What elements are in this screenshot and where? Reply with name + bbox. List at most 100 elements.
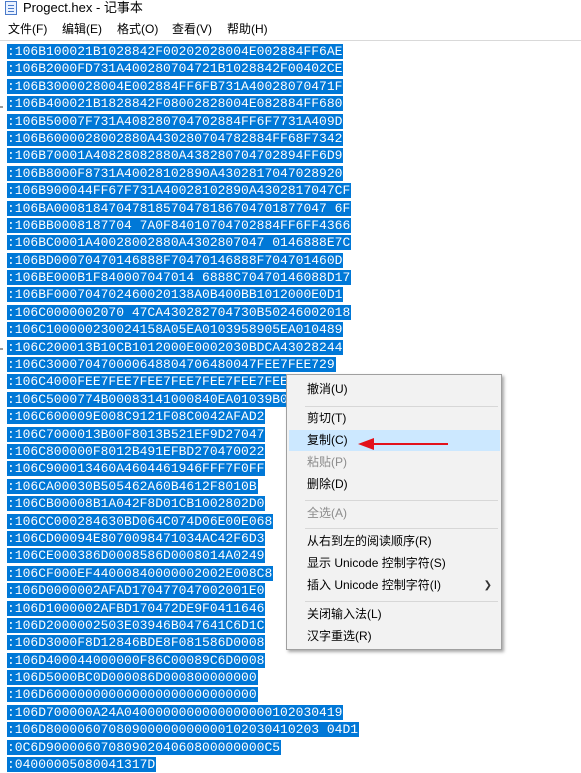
menu-edit[interactable]: 编辑(E) <box>62 21 102 37</box>
selected-text: :106BA0008184704781857047818670470187704… <box>7 200 352 216</box>
menu-separator <box>305 406 498 407</box>
menu-format[interactable]: 格式(O) <box>117 21 158 37</box>
gutter-mark <box>0 348 3 350</box>
selected-text: :106BD00070470146888F70470146888F7047014… <box>7 252 344 268</box>
text-line: :106BF000704702460020138A0B400BB1012000E… <box>7 286 359 303</box>
selected-text: :106CD00094E8070098471034AC42F6D3 <box>7 530 266 546</box>
text-line: :106D700000A24A0400000000000000000102030… <box>7 704 359 721</box>
red-arrow-annotation <box>358 438 448 450</box>
chevron-right-icon: ❯ <box>483 580 492 591</box>
selected-text: :106B2000FD731A400280704721B1028842F0040… <box>7 61 344 77</box>
menu-show-unicode-label: 显示 Unicode 控制字符(S) <box>307 556 446 570</box>
menu-separator <box>305 528 498 529</box>
selected-text: :106B6000028002880A430280704782884FF68F7… <box>7 130 344 146</box>
text-line: :0C6D9000060708090204060800000000C5 <box>7 739 359 756</box>
menu-insert-unicode[interactable]: 插入 Unicode 控制字符(I) ❯ <box>289 575 500 596</box>
menu-cut[interactable]: 剪切(T) <box>289 408 500 429</box>
selected-text: :106D600000000000000000000000000 <box>7 687 258 703</box>
menu-separator <box>305 500 498 501</box>
text-line: :106B3000028004E002884FF6FB731A400280704… <box>7 78 359 95</box>
selected-text: :106B8000F8731A40028102890A4302817047028… <box>7 165 344 181</box>
menu-select-all-label: 全选(A) <box>307 506 347 520</box>
selected-text: :106CF000EF44000840000002002E008C8 <box>7 565 274 581</box>
menu-bar: 文件(F) 编辑(E) 格式(O) 查看(V) 帮助(H) <box>0 19 581 39</box>
selected-text: :106B3000028004E002884FF6FB731A400280704… <box>7 78 344 94</box>
text-line: :106B6000028002880A430280704782884FF68F7… <box>7 130 359 147</box>
selected-text: :106C800000F8012B491EFBD270470022 <box>7 443 266 459</box>
selected-text: :106C300070470000648804706480047FEE7FEE7… <box>7 357 336 373</box>
text-line: :106D80000607080900000000000102030410203… <box>7 721 360 738</box>
selected-text: :106D0000002AFAD170477047002001E0 <box>7 583 266 599</box>
menu-separator <box>305 601 498 602</box>
menu-help[interactable]: 帮助(H) <box>227 21 268 37</box>
selected-text: :106BC0001A40028002880A4302807047 014688… <box>7 235 352 251</box>
menu-undo-label: 撤消(U) <box>307 382 348 396</box>
menu-view[interactable]: 查看(V) <box>172 21 212 37</box>
text-line: :106C100000230024158A05EA0103958905EA010… <box>7 321 359 338</box>
selected-text: :106BF000704702460020138A0B400BB1012000E… <box>7 287 344 303</box>
selected-text: :04000005080041317D <box>7 757 157 773</box>
menu-undo[interactable]: 撤消(U) <box>289 379 500 400</box>
menu-file[interactable]: 文件(F) <box>8 21 47 37</box>
text-line: :106BA0008184704781857047818670470187704… <box>7 200 359 217</box>
menu-cut-label: 剪切(T) <box>307 411 347 425</box>
selected-text: :106C7000013B00F8013B521EF9D27047 <box>7 426 266 442</box>
text-line: :106D5000BC0D000086D000800000000 <box>7 669 359 686</box>
menu-delete-label: 删除(D) <box>307 477 348 491</box>
selected-text: :106CA00030B505462A60B4612F8010B <box>7 478 258 494</box>
selected-text: :106D1000002AFBD170472DE9F0411646 <box>7 600 266 616</box>
selected-text: :106B50007F731A408280704702884FF6F7731A4… <box>7 113 344 129</box>
selected-text: :106C100000230024158A05EA0103958905EA010… <box>7 322 344 338</box>
selected-text: :106D700000A24A0400000000000000000102030… <box>7 704 344 720</box>
menu-close-ime-label: 关闭输入法(L) <box>307 607 382 621</box>
selected-text: :106B100021B1028842F00202028004E002884FF… <box>7 44 344 59</box>
context-menu: 撤消(U) 剪切(T) 复制(C) 粘贴(P) 删除(D) 全选(A) 从右到左… <box>286 374 502 650</box>
menu-rtl-reading[interactable]: 从右到左的阅读顺序(R) <box>289 531 500 552</box>
text-line: :106BE000B1F840007047014 6888C7047014608… <box>7 269 359 286</box>
window-title: Progect.hex - 记事本 <box>23 0 143 15</box>
text-line: :106C200013B10CB1012000E0002030BDCA43028… <box>7 339 359 356</box>
menu-select-all[interactable]: 全选(A) <box>289 503 500 524</box>
selected-text: :106B400021B1828842F08002828004E082884FF… <box>7 96 344 112</box>
selected-text: :106BE000B1F840007047014 6888C7047014608… <box>7 270 352 286</box>
menu-paste-label: 粘贴(P) <box>307 455 347 469</box>
menu-rtl-reading-label: 从右到左的阅读顺序(R) <box>307 534 432 548</box>
notepad-icon <box>5 1 17 15</box>
menu-close-ime[interactable]: 关闭输入法(L) <box>289 604 500 625</box>
selected-text: :106B70001A40828082880A438280704702894FF… <box>7 148 344 164</box>
text-line: :04000005080041317D <box>7 756 359 773</box>
selected-text: :106CE000386D0008586D0008014A0249 <box>7 548 266 564</box>
selected-text: :106D3000F8D12846BDE8F081586D0008 <box>7 635 266 651</box>
selected-text: :106B900044FF67F731A40028102890A43028170… <box>7 183 352 199</box>
menu-copy-label: 复制(C) <box>307 433 348 447</box>
menu-insert-unicode-label: 插入 Unicode 控制字符(I) <box>307 578 442 592</box>
text-line: :106B900044FF67F731A40028102890A43028170… <box>7 182 359 199</box>
title-bar: Progect.hex - 记事本 <box>0 0 581 18</box>
text-line: :106BB0008187704 7A0F84010704702884FF6FF… <box>7 217 359 234</box>
text-line: :106B100021B1028842F00202028004E002884FF… <box>7 43 359 60</box>
selected-text: :106D5000BC0D000086D000800000000 <box>7 670 258 686</box>
menu-reconvert[interactable]: 汉字重选(R) <box>289 626 500 647</box>
selected-text: :106C600009E008C9121F08C0042AFAD2 <box>7 409 266 425</box>
selected-text: :106C900013460A4604461946FFF7F0FF <box>7 461 266 477</box>
text-line: :106B50007F731A408280704702884FF6F7731A4… <box>7 113 359 130</box>
selected-text: :106BB0008187704 7A0F84010704702884FF6FF… <box>7 217 352 233</box>
text-line: :106B8000F8731A40028102890A4302817047028… <box>7 165 359 182</box>
menu-delete[interactable]: 删除(D) <box>289 474 500 495</box>
text-line: :106BD00070470146888F70470146888F7047014… <box>7 252 359 269</box>
menu-show-unicode[interactable]: 显示 Unicode 控制字符(S) <box>289 553 500 574</box>
selected-text: :106C200013B10CB1012000E0002030BDCA43028… <box>7 339 344 355</box>
menu-reconvert-label: 汉字重选(R) <box>307 629 372 643</box>
menu-paste[interactable]: 粘贴(P) <box>289 452 500 473</box>
selected-text: :0C6D9000060708090204060800000000C5 <box>7 739 282 755</box>
text-line: :106C0000002070 47CA430282704730B5024600… <box>7 304 359 321</box>
text-line: :106D400044000000F86C00089C6D0008 <box>7 652 359 669</box>
selected-text: :106CB00008B1A042F8D01CB1002802D0 <box>7 496 266 512</box>
selected-text: :106D400044000000F86C00089C6D0008 <box>7 652 266 668</box>
selected-text: :106C0000002070 47CA430282704730B5024600… <box>7 304 352 320</box>
selected-text: :106D80000607080900000000000102030410203… <box>7 722 360 738</box>
selected-text: :106D2000002503E03946B047641C6D1C <box>7 617 266 633</box>
text-line: :106B400021B1828842F08002828004E082884FF… <box>7 95 359 112</box>
selected-text: :106CC000284630BD064C074D06E00E068 <box>7 513 274 529</box>
text-line: :106BC0001A40028002880A4302807047 014688… <box>7 234 359 251</box>
